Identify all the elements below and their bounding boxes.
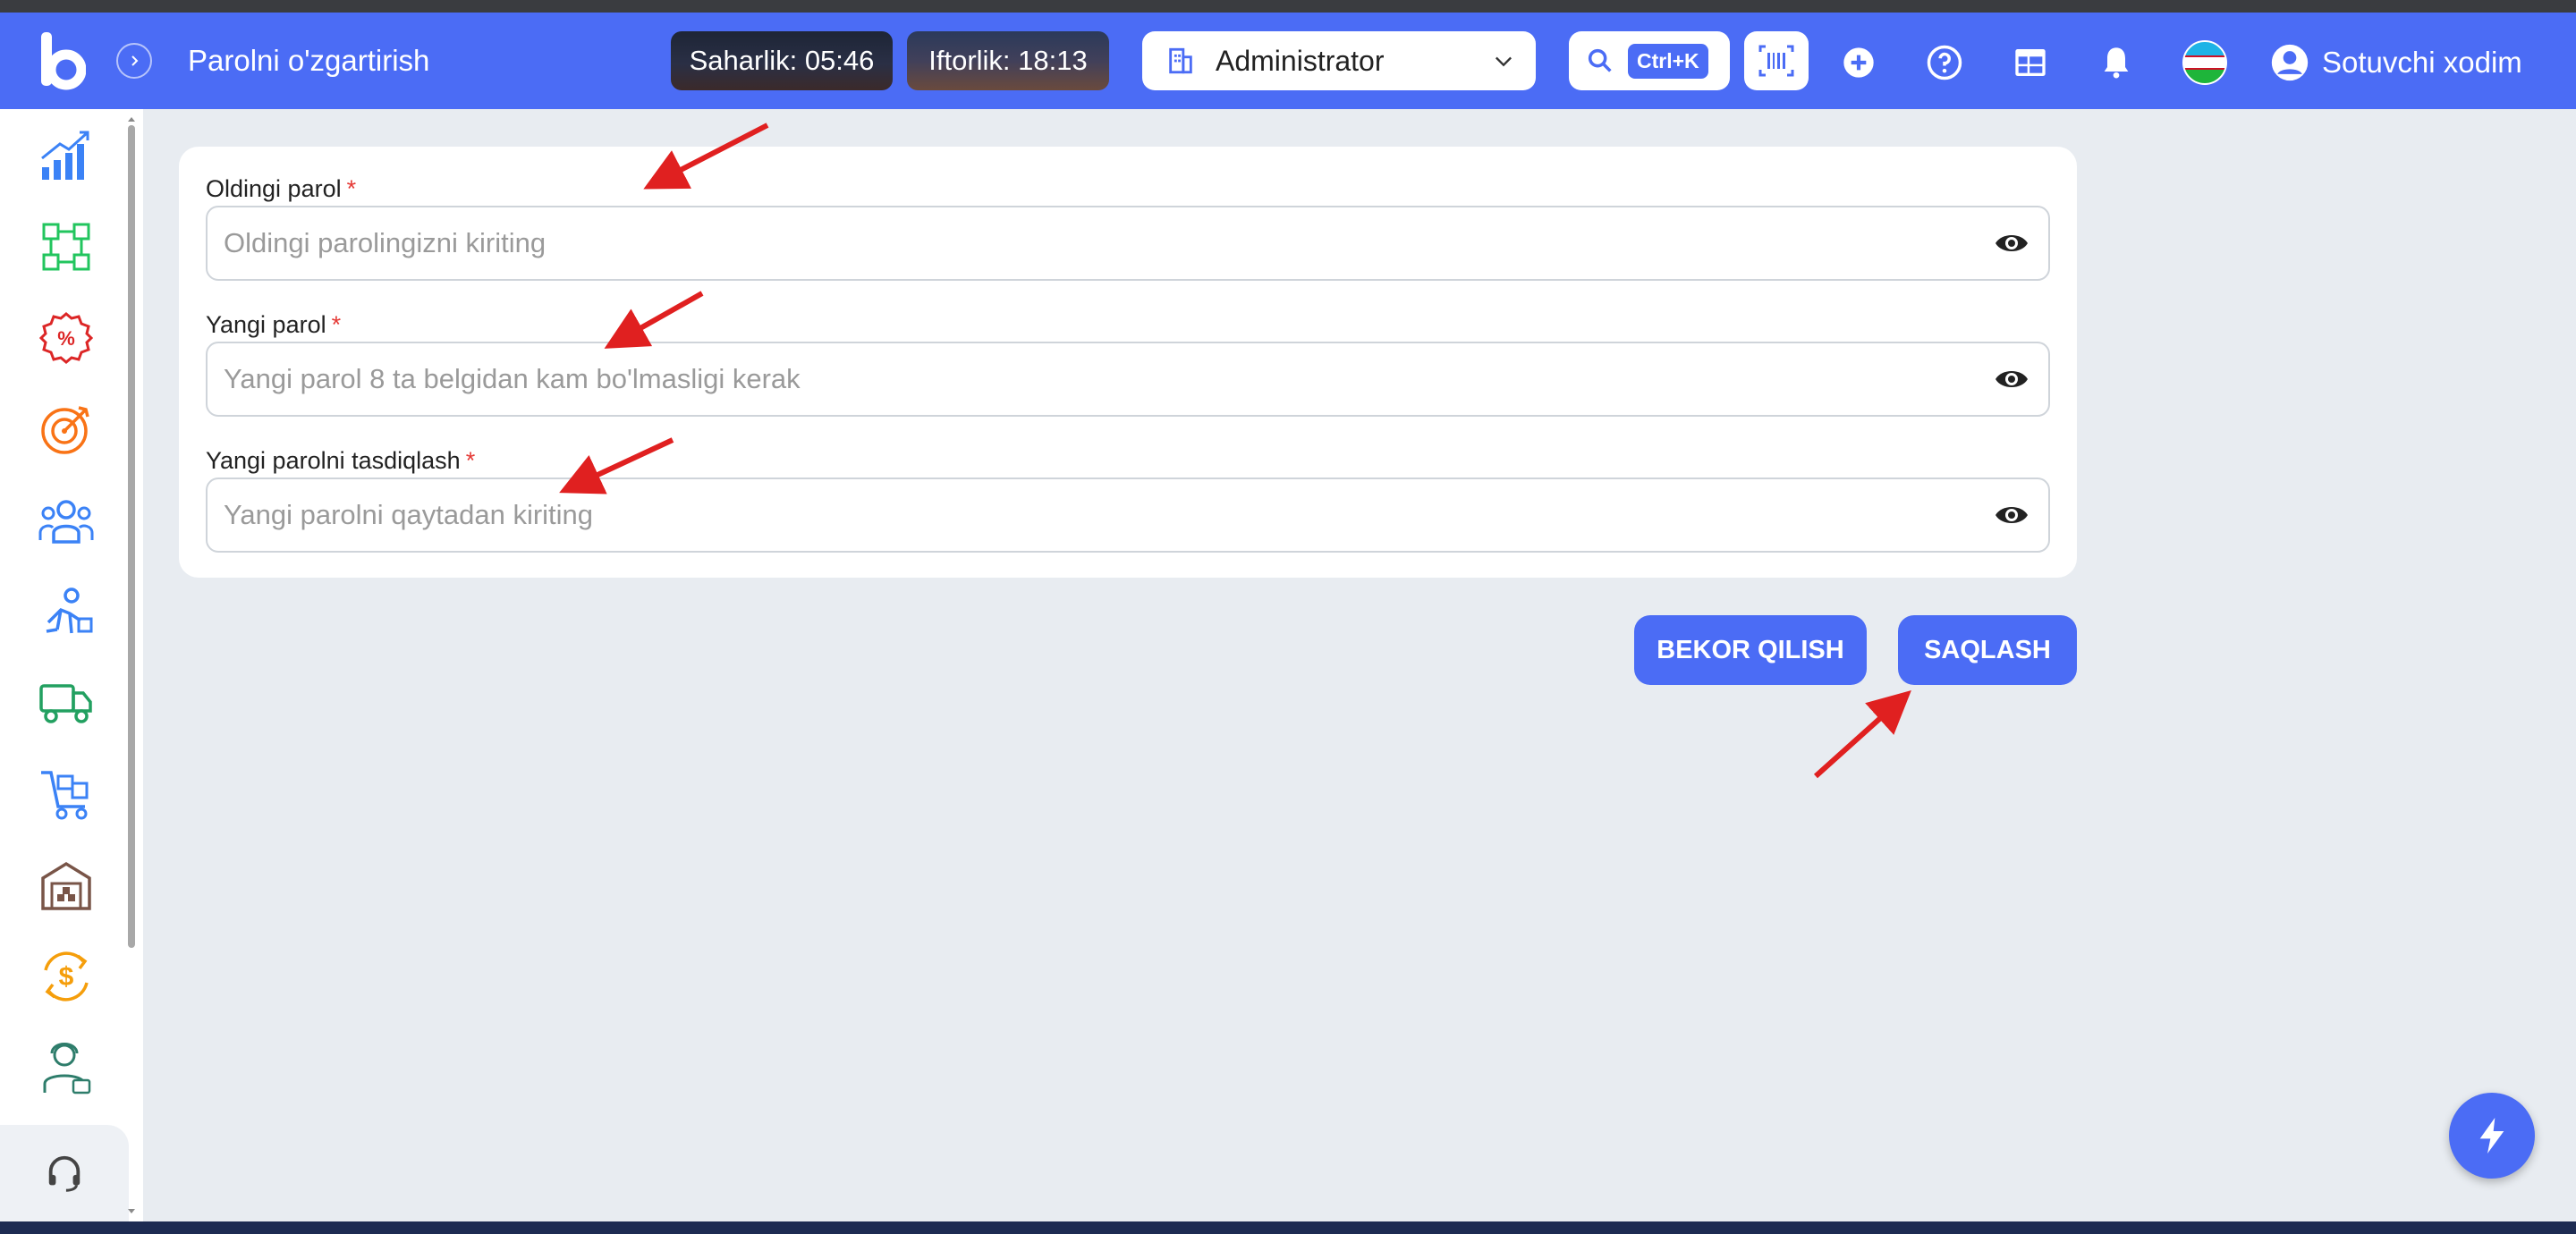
old-password-label: Oldingi parol * (206, 175, 356, 203)
language-flag-uz[interactable] (2182, 40, 2227, 85)
svg-text:%: % (57, 327, 75, 350)
global-search-button[interactable]: Ctrl+K (1569, 31, 1730, 90)
chevron-down-icon (1496, 56, 1512, 67)
eye-icon (1996, 371, 2028, 387)
building-icon (1169, 47, 1192, 74)
page-title: Parolni o'zgartirish (188, 44, 430, 77)
sidebar-item-modules[interactable] (38, 218, 95, 275)
target-icon (41, 406, 89, 454)
question-circle-icon (1927, 45, 1962, 80)
discount-badge-icon: % (39, 312, 93, 364)
confirm-password-field (206, 478, 2050, 553)
window-top-strip (0, 0, 2576, 13)
saharlik-time-text: Saharlik: 05:46 (689, 45, 875, 76)
new-password-input[interactable] (224, 343, 1991, 415)
bell-icon (2104, 47, 2129, 79)
quick-actions-button[interactable] (2449, 1093, 2535, 1179)
sidebar-item-customers[interactable] (38, 492, 95, 549)
old-password-visibility-toggle[interactable] (1991, 223, 2032, 264)
top-header: Parolni o'zgartirish Saharlik: 05:46 Ift… (0, 13, 2576, 109)
employee-icon (43, 1043, 91, 1095)
save-button[interactable]: SAQLASH (1898, 615, 2077, 685)
plus-circle-icon (1843, 47, 1874, 78)
notifications-button[interactable] (2097, 43, 2136, 82)
currency-exchange-icon: $ (44, 951, 89, 1002)
confirm-password-visibility-toggle[interactable] (1991, 494, 2032, 536)
sidebar-item-support[interactable] (0, 1125, 129, 1221)
old-password-label-text: Oldingi parol (206, 175, 342, 202)
barcode-icon (1758, 45, 1794, 77)
lightning-icon (2479, 1118, 2504, 1154)
calendar-view-icon (2015, 49, 2046, 76)
confirm-password-input[interactable] (224, 479, 1991, 551)
user-avatar-icon (2271, 44, 2309, 81)
sidebar-item-analytics[interactable] (38, 127, 95, 184)
new-password-visibility-toggle[interactable] (1991, 359, 2032, 400)
sidebar-item-targets[interactable] (38, 401, 95, 458)
confirm-password-label-text: Yangi parolni tasdiqlash (206, 447, 461, 474)
headset-icon (48, 1155, 80, 1192)
svg-text:$: $ (59, 962, 74, 992)
help-button[interactable] (1925, 43, 1964, 82)
search-icon (1588, 48, 1612, 72)
change-password-card: Oldingi parol * Yangi parol * Yangi paroln… (179, 147, 2077, 578)
iftorlik-time-badge: Iftorlik: 18:13 (907, 31, 1109, 90)
warehouse-icon (41, 861, 91, 910)
chevron-right-icon (131, 55, 139, 66)
user-name: Sotuvchi xodim (2322, 46, 2522, 79)
barcode-scanner-button[interactable] (1744, 31, 1809, 90)
sidebar-item-delivery[interactable] (38, 674, 95, 731)
uzbekistan-flag-icon (2182, 40, 2227, 85)
confirm-password-label: Yangi parolni tasdiqlash * (206, 447, 475, 475)
taskbar-strip (0, 1221, 2576, 1234)
eye-icon (1996, 235, 2028, 251)
role-select-value: Administrator (1216, 44, 1385, 77)
cart-icon (41, 771, 89, 820)
sidebar: % $ (0, 109, 143, 1221)
cancel-button[interactable]: BEKOR QILISH (1634, 615, 1867, 685)
required-mark: * (465, 447, 476, 474)
role-select[interactable]: Administrator (1142, 31, 1536, 90)
old-password-field (206, 206, 2050, 281)
required-mark: * (331, 311, 342, 338)
sidebar-item-agents[interactable] (38, 583, 95, 640)
new-password-label: Yangi parol * (206, 311, 341, 339)
courier-icon (46, 587, 93, 634)
iftorlik-time-text: Iftorlik: 18:13 (928, 45, 1088, 76)
required-mark: * (346, 175, 357, 202)
app-logo[interactable] (39, 32, 87, 91)
truck-icon (39, 684, 92, 723)
new-password-label-text: Yangi parol (206, 311, 326, 338)
saharlik-time-badge: Saharlik: 05:46 (671, 31, 893, 90)
users-icon (38, 500, 94, 544)
sidebar-item-warehouse[interactable] (38, 857, 95, 914)
sidebar-item-finance[interactable]: $ (38, 948, 95, 1005)
sidebar-item-employees[interactable] (38, 1039, 95, 1096)
sidebar-item-discounts[interactable]: % (38, 309, 95, 367)
sidebar-scrollbar-thumb[interactable] (128, 125, 135, 948)
sidebar-item-purchases[interactable] (38, 765, 95, 823)
eye-icon (1996, 507, 2028, 523)
new-password-field (206, 342, 2050, 417)
add-button[interactable] (1839, 43, 1878, 82)
old-password-input[interactable] (224, 207, 1991, 279)
user-menu[interactable]: Sotuvchi xodim (2270, 43, 2522, 82)
modules-icon (42, 223, 90, 271)
sidebar-expand-button[interactable] (116, 43, 152, 79)
calendar-button[interactable] (2011, 43, 2050, 82)
chart-growth-icon (41, 131, 89, 180)
search-shortcut-hint: Ctrl+K (1628, 43, 1708, 79)
annotation-arrow (1813, 689, 1911, 779)
